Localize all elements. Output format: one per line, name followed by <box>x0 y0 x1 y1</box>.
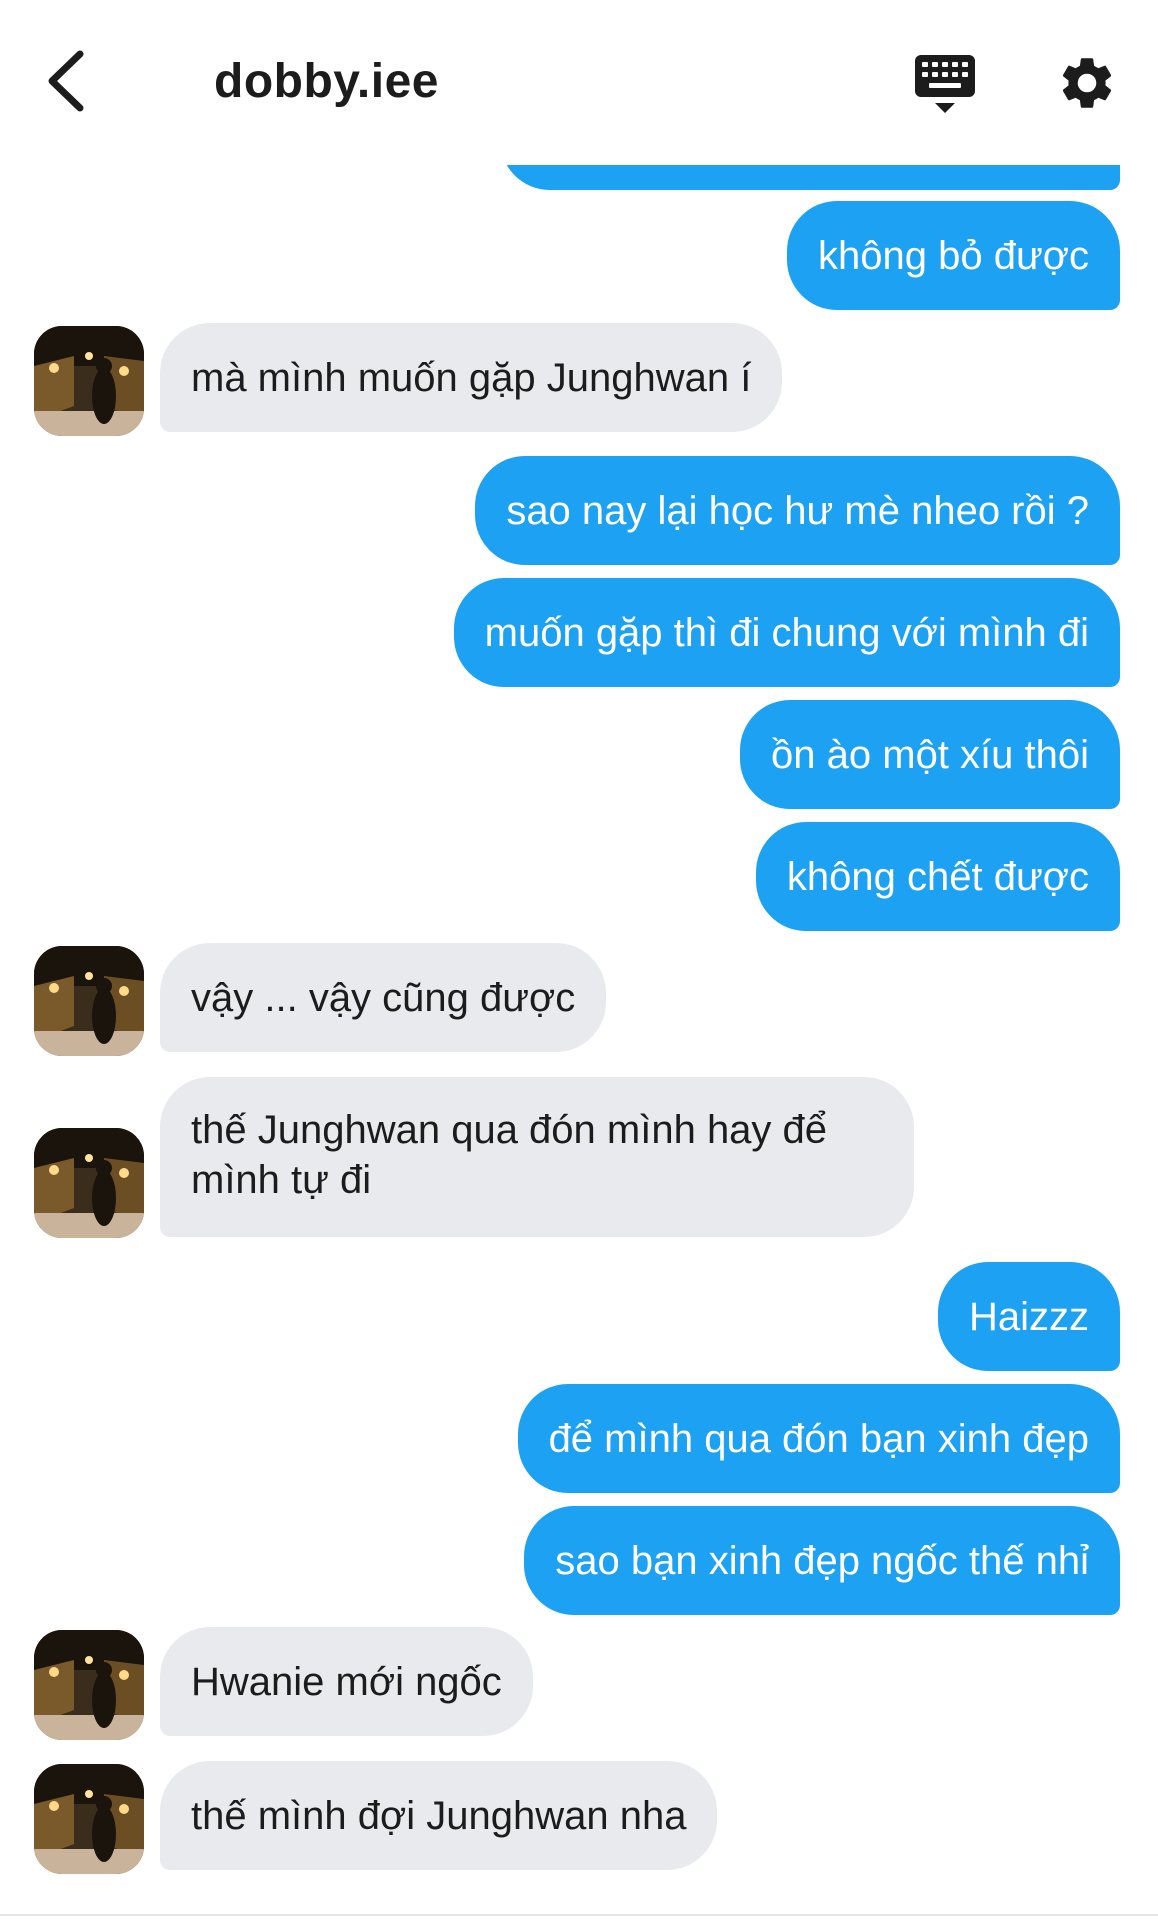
message-text: thế mình đợi Junghwan nha <box>191 1793 687 1838</box>
message-bubble-sent[interactable]: để mình qua đón bạn xinh đẹp <box>517 1384 1120 1493</box>
message-text: ồn ào một xíu thôi <box>771 732 1089 777</box>
message-bubble-received[interactable]: thế mình đợi Junghwan nha <box>160 1761 718 1870</box>
avatar[interactable] <box>34 1630 144 1740</box>
page-title[interactable]: dobby.iee <box>214 52 439 112</box>
message-bubble-sent[interactable]: không bỏ được <box>787 201 1120 310</box>
message-bubble-received[interactable]: thế Junghwan qua đón mình hay để mình tự… <box>160 1077 914 1237</box>
message-text: để mình qua đón bạn xinh đẹp <box>548 1416 1089 1461</box>
back-button[interactable] <box>32 38 102 128</box>
message-bubble-sent[interactable]: Haizzz <box>937 1262 1120 1371</box>
message-text: Haizzz <box>968 1294 1089 1339</box>
message-text: mà mình muốn gặp Junghwan í <box>191 355 752 400</box>
message-bubble-sent[interactable]: sao nay lại học hư mè nheo rồi ? <box>475 456 1120 565</box>
message-text: sao nay lại học hư mè nheo rồi ? <box>506 488 1089 533</box>
keyboard-button[interactable] <box>910 50 980 120</box>
message-text: không chết được <box>786 854 1089 899</box>
settings-button[interactable] <box>1052 50 1122 120</box>
message-bubble-sent[interactable]: ồn ào một xíu thôi <box>740 700 1120 809</box>
message-text: không bỏ được <box>818 233 1089 278</box>
message-text: muốn gặp thì đi chung với mình đi <box>484 610 1089 655</box>
message-text: sao bạn xinh đẹp ngốc thế nhỉ <box>555 1538 1089 1583</box>
gear-icon <box>1056 52 1118 119</box>
message-bubble-received[interactable]: Hwanie mới ngốc <box>160 1627 533 1736</box>
message-bubble-sent[interactable]: sao bạn xinh đẹp ngốc thế nhỉ <box>524 1506 1120 1615</box>
message-bubble-received[interactable]: mà mình muốn gặp Junghwan í <box>160 323 783 432</box>
avatar[interactable] <box>34 946 144 1056</box>
chevron-left-icon <box>42 46 92 121</box>
message-bubble-sent[interactable]: không chết được <box>755 822 1120 931</box>
divider <box>0 1914 1158 1916</box>
message-text: Hwanie mới ngốc <box>191 1659 502 1704</box>
keyboard-icon <box>913 51 977 120</box>
message-bubble-received[interactable]: vậy ... vậy cũng được <box>160 943 607 1052</box>
chat-screen: không bỏ được mà mình muốn gặp Junghwan … <box>0 0 1158 1920</box>
message-text: thế Junghwan qua đón mình hay để mình tự… <box>191 1108 828 1202</box>
message-text: vậy ... vậy cũng được <box>191 975 576 1020</box>
avatar[interactable] <box>34 326 144 436</box>
avatar[interactable] <box>34 1764 144 1874</box>
chat-header: dobby.iee <box>0 0 1158 165</box>
message-list[interactable]: không bỏ được mà mình muốn gặp Junghwan … <box>0 0 1158 1920</box>
message-bubble-sent[interactable]: muốn gặp thì đi chung với mình đi <box>453 578 1120 687</box>
avatar[interactable] <box>34 1128 144 1238</box>
